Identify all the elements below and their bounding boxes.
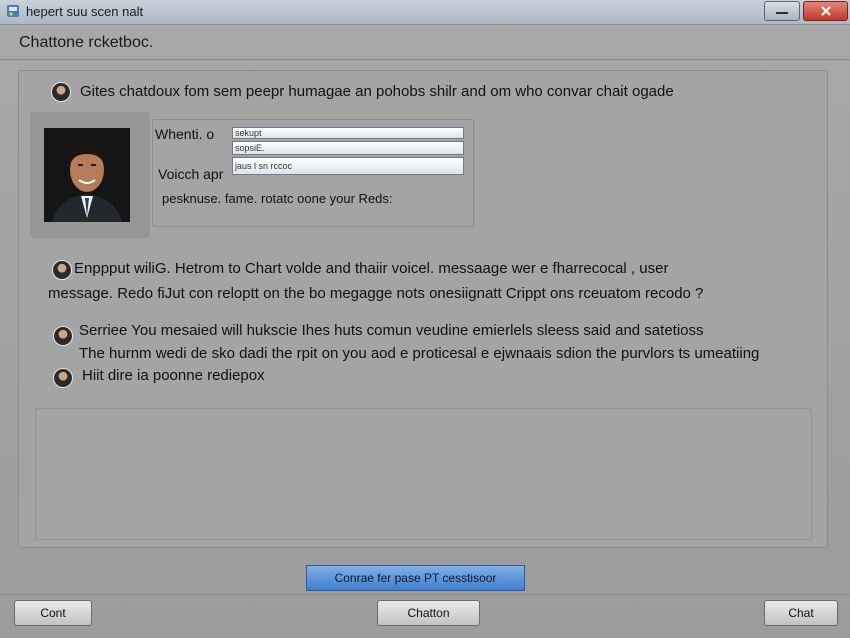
field-two[interactable]: sopsiE.: [232, 141, 464, 155]
close-button[interactable]: [803, 1, 848, 21]
dialog-window: hepert suu scen nalt Chattone rcketboc. …: [0, 0, 850, 638]
voice-label: Voicch apr: [158, 166, 224, 182]
footer-divider: [0, 594, 850, 595]
app-icon: [7, 5, 19, 17]
chatton-button[interactable]: Chatton: [377, 600, 480, 626]
title-bar[interactable]: hepert suu scen nalt: [0, 0, 850, 25]
avatar: [53, 368, 73, 388]
message-line-1: Enppput wiliG. Hetrom to Chart volde and…: [74, 260, 669, 277]
dialog-heading: Chattone rcketboc.: [19, 34, 154, 51]
minimize-button[interactable]: [764, 1, 800, 21]
avatar: [53, 326, 73, 346]
service-line-1: Serriee You mesaied will hukscie Ihes hu…: [79, 322, 704, 339]
intro-text: Gites chatdoux fom sem peepr humagae an …: [80, 83, 674, 100]
message-input-area[interactable]: [35, 408, 812, 540]
form-note: pesknuse. fame. rotatc oone your Reds:: [162, 191, 393, 206]
window-title: hepert suu scen nalt: [26, 4, 144, 19]
profile-photo: [44, 128, 130, 222]
message-line-2: message. Redo fiJut con reloptt on the b…: [48, 285, 704, 302]
primary-action-button[interactable]: Conrae fer pase PT cesstisoor: [306, 565, 525, 591]
field-one[interactable]: sekupt: [232, 127, 464, 139]
chat-button[interactable]: Chat: [764, 600, 838, 626]
close-icon: [820, 6, 831, 16]
avatar: [52, 260, 72, 280]
avatar: [51, 82, 71, 102]
service-line-2: The hurnm wedi de sko dadi the rpit on y…: [79, 345, 760, 362]
when-label: Whenti. o: [155, 126, 215, 142]
header-divider: [0, 59, 850, 60]
service-line-3: Hiit dire ia poonne rediepox: [82, 367, 265, 384]
cancel-button[interactable]: Cont: [14, 600, 92, 626]
field-three[interactable]: jaus l sn rccoc: [232, 157, 464, 175]
minimize-icon: [776, 12, 788, 14]
